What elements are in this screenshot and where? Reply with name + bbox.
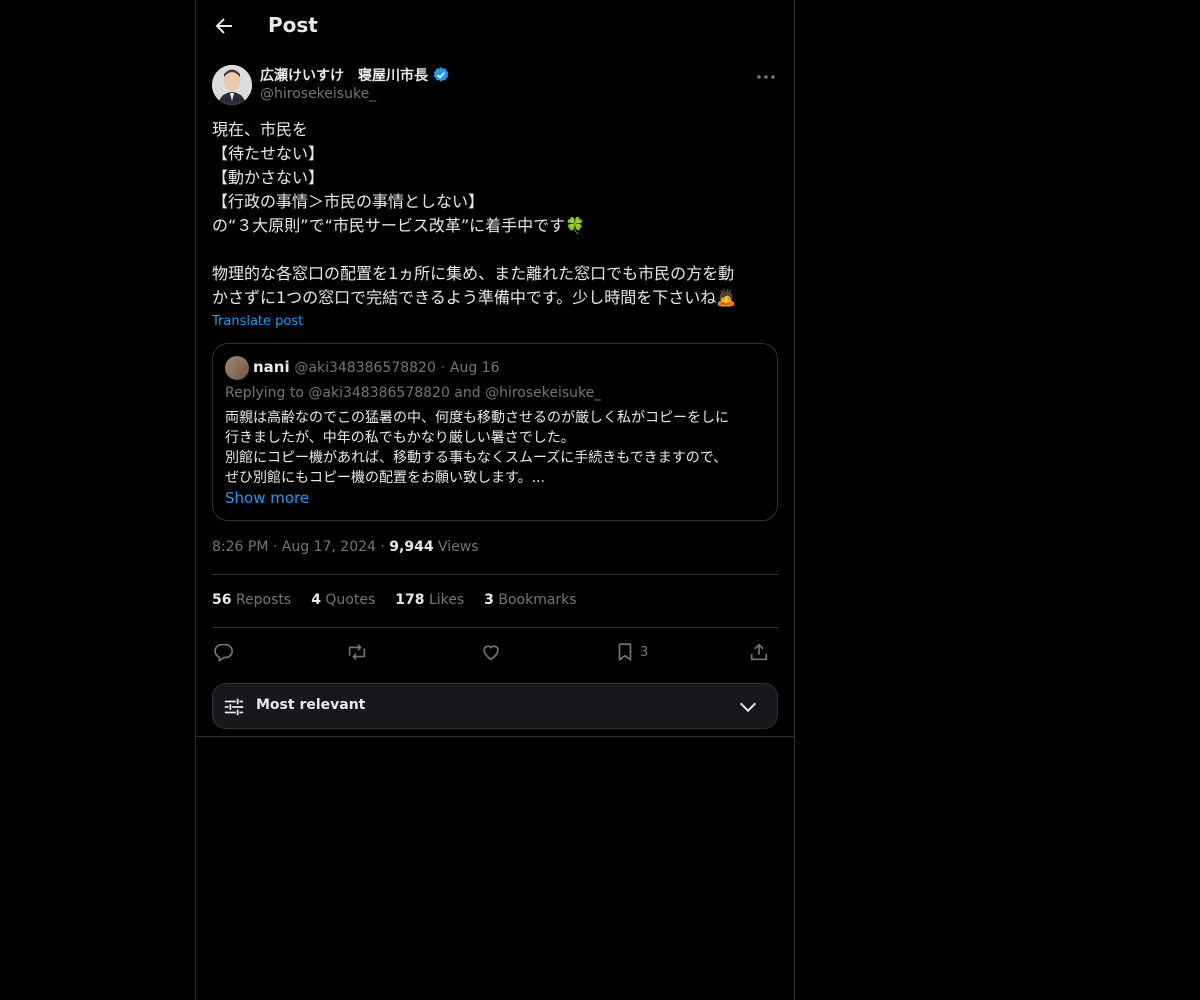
views-count: 9,944 [389,539,434,555]
quote-text: 両親は高齢なのでこの猛暑の中、何度も移動させるのが厳しく私がコピーをしに 行きま… [225,408,767,488]
engagement-stats: 56 Reposts 4 Quotes 178 Likes 3 Bookmark… [212,592,577,608]
divider [212,627,778,628]
reply-sort-dropdown[interactable]: Most relevant [212,683,778,729]
reposts-stat[interactable]: 56 Reposts [212,592,291,608]
separator-dot: · [380,539,385,555]
bookmark-count: 3 [640,644,649,660]
author-handle[interactable]: @hirosekeisuke_ [260,86,376,102]
post-meta: 8:26 PM · Aug 17, 2024 · 9,944 Views [212,539,479,555]
post-author: 広瀬けいすけ 寝屋川市長 @hirosekeisuke_ [212,65,778,109]
quote-author-avatar[interactable] [225,356,249,380]
quote-author-name[interactable]: nani [253,358,290,376]
post-line: 物理的な各窓口の配置を1ヵ所に集め、また離れた窓口でも市民の方を動 [212,264,735,283]
bookmark-button[interactable]: 3 [614,640,648,664]
action-bar: 3 [212,638,778,666]
show-more-link[interactable]: Show more [225,489,309,507]
author-avatar[interactable] [212,65,252,105]
quote-date[interactable]: Aug 16 [450,360,500,376]
quotes-count: 4 [311,592,321,608]
divider [196,736,794,737]
bookmarks-stat[interactable]: 3 Bookmarks [484,592,576,608]
likes-count: 178 [395,592,425,608]
separator-dot: · [272,539,278,555]
separator-dot: · [440,360,446,376]
share-icon[interactable] [748,640,770,664]
more-options-icon[interactable] [754,67,778,87]
post-line: 【待たせない】 [212,144,325,163]
top-bar: Post [196,0,794,53]
bookmarks-count: 3 [484,592,494,608]
likes-stat[interactable]: 178 Likes [395,592,464,608]
post-column: Post 広瀬けいすけ 寝屋川市長 @hirosekeisuke_ 現在、市民を… [195,0,795,1000]
quote-line: 行きましたが、中年の私でもかなり厳しい暑さでした。 [225,430,575,446]
reposts-count: 56 [212,592,232,608]
repost-icon[interactable] [346,640,368,664]
quote-line: 両親は高齢なのでこの猛暑の中、何度も移動させるのが厳しく私がコピーをしに [225,410,729,426]
replying-prefix: Replying to [225,385,304,401]
post-line [212,238,778,262]
divider [212,574,778,575]
likes-label: Likes [428,592,465,608]
like-icon[interactable] [480,640,502,664]
post-line: 【行政の事情＞市民の事情としない】 [212,192,485,211]
translate-post-link[interactable]: Translate post [212,314,303,329]
replying-to: Replying to @aki348386578820 and @hirose… [225,385,601,401]
views-label: Views [438,539,479,555]
quote-line: 別館にコピー機があれば、移動する事もなくスムーズに手続きもできますので、 [225,450,728,466]
verified-badge-icon[interactable] [432,66,450,84]
quotes-stat[interactable]: 4 Quotes [311,592,375,608]
reposts-label: Reposts [235,592,292,608]
post-text: 現在、市民を 【待たせない】 【動かさない】 【行政の事情＞市民の事情としない】… [212,118,778,310]
reply-icon[interactable] [212,640,234,664]
sliders-icon [223,696,245,718]
post-line: の“３大原則”で“市民サービス改革”に着手中です🍀 [212,216,586,235]
post-line: 現在、市民を [212,120,309,139]
quote-line: ぜひ別館にもコピー機の配置をお願い致します。... [225,470,545,486]
quote-header: nani @aki348386578820 · Aug 16 [253,358,500,376]
quotes-label: Quotes [325,592,376,608]
author-name-row: 広瀬けいすけ 寝屋川市長 [260,65,450,85]
post-line: かさずに1つの窓口で完結できるよう準備中です。少し時間を下さいね🙇 [212,288,737,307]
bookmark-icon [614,641,636,663]
page-title: Post [268,13,318,37]
replying-mentions[interactable]: @aki348386578820 and @hirosekeisuke_ [308,385,601,401]
sort-label: Most relevant [256,697,366,713]
post-line: 【動かさない】 [212,168,325,187]
author-name[interactable]: 広瀬けいすけ 寝屋川市長 [260,65,428,85]
back-arrow-icon[interactable] [212,14,236,38]
quote-author-handle[interactable]: @aki348386578820 [294,360,435,376]
quoted-post[interactable]: nani @aki348386578820 · Aug 16 Replying … [212,343,778,521]
post-date[interactable]: Aug 17, 2024 [282,539,376,555]
chevron-down-icon [737,696,759,718]
bookmarks-label: Bookmarks [498,592,577,608]
post-time[interactable]: 8:26 PM [212,539,268,555]
